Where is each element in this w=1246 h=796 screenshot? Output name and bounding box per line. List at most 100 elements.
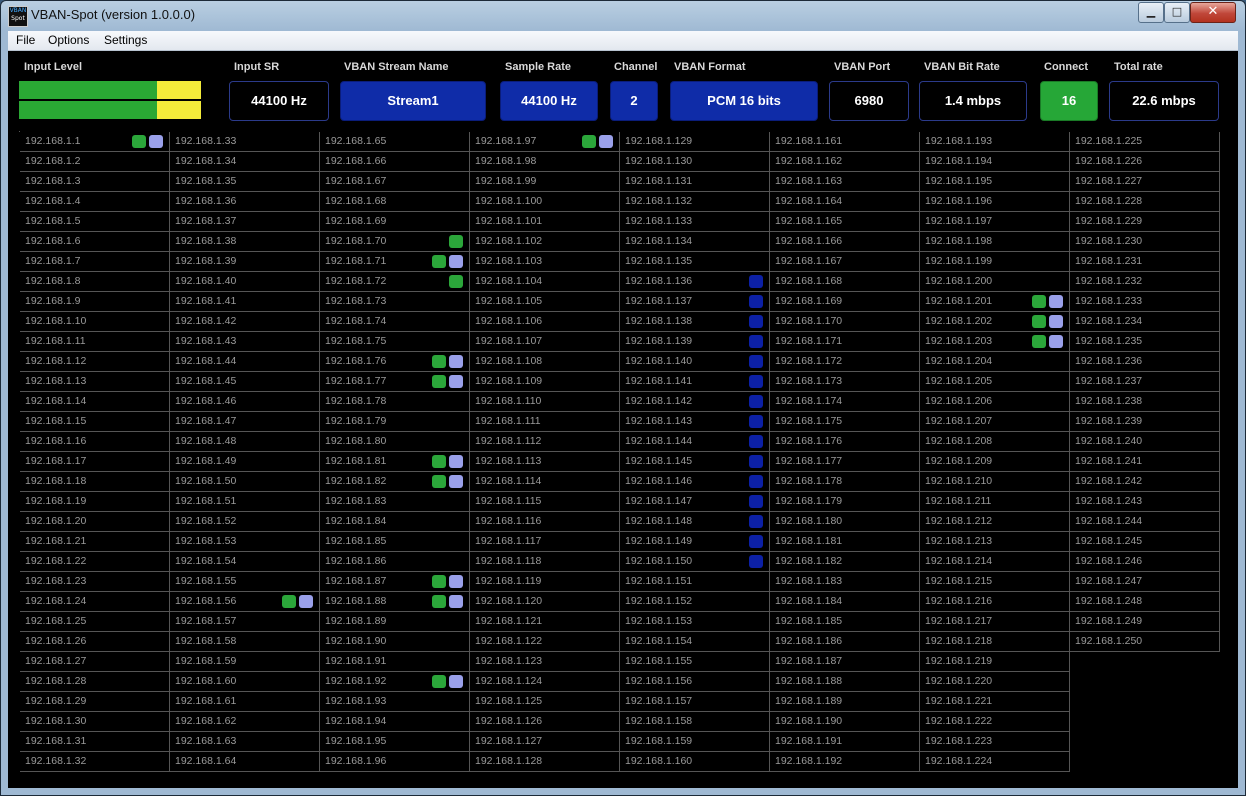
ip-cell-201[interactable]: 192.168.1.201	[920, 292, 1070, 312]
ip-cell-207[interactable]: 192.168.1.207	[920, 412, 1070, 432]
ip-cell-57[interactable]: 192.168.1.57	[170, 612, 320, 632]
ip-cell-217[interactable]: 192.168.1.217	[920, 612, 1070, 632]
ip-cell-11[interactable]: 192.168.1.11	[20, 332, 170, 352]
ip-cell-6[interactable]: 192.168.1.6	[20, 232, 170, 252]
ip-cell-22[interactable]: 192.168.1.22	[20, 552, 170, 572]
ip-cell-114[interactable]: 192.168.1.114	[470, 472, 620, 492]
ip-cell-16[interactable]: 192.168.1.16	[20, 432, 170, 452]
ip-cell-99[interactable]: 192.168.1.99	[470, 172, 620, 192]
ip-cell-87[interactable]: 192.168.1.87	[320, 572, 470, 592]
listener-indicator[interactable]	[749, 495, 763, 508]
ip-cell-180[interactable]: 192.168.1.180	[770, 512, 920, 532]
ip-cell-216[interactable]: 192.168.1.216	[920, 592, 1070, 612]
ip-cell-122[interactable]: 192.168.1.122	[470, 632, 620, 652]
ip-cell-5[interactable]: 192.168.1.5	[20, 212, 170, 232]
ip-cell-102[interactable]: 192.168.1.102	[470, 232, 620, 252]
ip-cell-82[interactable]: 192.168.1.82	[320, 472, 470, 492]
ip-cell-153[interactable]: 192.168.1.153	[620, 612, 770, 632]
ip-cell-93[interactable]: 192.168.1.93	[320, 692, 470, 712]
ip-cell-2[interactable]: 192.168.1.2	[20, 152, 170, 172]
ip-cell-96[interactable]: 192.168.1.96	[320, 752, 470, 772]
listener-indicator[interactable]	[749, 355, 763, 368]
menu-settings[interactable]: Settings	[104, 33, 147, 47]
ip-cell-72[interactable]: 192.168.1.72	[320, 272, 470, 292]
ip-cell-168[interactable]: 192.168.1.168	[770, 272, 920, 292]
ip-cell-10[interactable]: 192.168.1.10	[20, 312, 170, 332]
ip-cell-112[interactable]: 192.168.1.112	[470, 432, 620, 452]
ip-cell-188[interactable]: 192.168.1.188	[770, 672, 920, 692]
ip-cell-182[interactable]: 192.168.1.182	[770, 552, 920, 572]
ip-cell-194[interactable]: 192.168.1.194	[920, 152, 1070, 172]
ip-cell-17[interactable]: 192.168.1.17	[20, 452, 170, 472]
ip-cell-70[interactable]: 192.168.1.70	[320, 232, 470, 252]
stream-indicator[interactable]	[1049, 295, 1063, 308]
ip-cell-157[interactable]: 192.168.1.157	[620, 692, 770, 712]
ip-cell-113[interactable]: 192.168.1.113	[470, 452, 620, 472]
ip-cell-118[interactable]: 192.168.1.118	[470, 552, 620, 572]
ip-cell-215[interactable]: 192.168.1.215	[920, 572, 1070, 592]
ip-cell-224[interactable]: 192.168.1.224	[920, 752, 1070, 772]
ip-cell-147[interactable]: 192.168.1.147	[620, 492, 770, 512]
ip-cell-141[interactable]: 192.168.1.141	[620, 372, 770, 392]
ip-cell-183[interactable]: 192.168.1.183	[770, 572, 920, 592]
ip-cell-31[interactable]: 192.168.1.31	[20, 732, 170, 752]
ip-cell-227[interactable]: 192.168.1.227	[1070, 172, 1220, 192]
ip-cell-79[interactable]: 192.168.1.79	[320, 412, 470, 432]
ip-cell-115[interactable]: 192.168.1.115	[470, 492, 620, 512]
ip-cell-76[interactable]: 192.168.1.76	[320, 352, 470, 372]
ip-cell-28[interactable]: 192.168.1.28	[20, 672, 170, 692]
connected-indicator[interactable]	[449, 235, 463, 248]
ip-cell-140[interactable]: 192.168.1.140	[620, 352, 770, 372]
listener-indicator[interactable]	[749, 395, 763, 408]
listener-indicator[interactable]	[749, 375, 763, 388]
ip-cell-56[interactable]: 192.168.1.56	[170, 592, 320, 612]
ip-cell-35[interactable]: 192.168.1.35	[170, 172, 320, 192]
ip-cell-21[interactable]: 192.168.1.21	[20, 532, 170, 552]
ip-cell-250[interactable]: 192.168.1.250	[1070, 632, 1220, 652]
ip-cell-202[interactable]: 192.168.1.202	[920, 312, 1070, 332]
ip-cell-52[interactable]: 192.168.1.52	[170, 512, 320, 532]
ip-cell-241[interactable]: 192.168.1.241	[1070, 452, 1220, 472]
ip-cell-169[interactable]: 192.168.1.169	[770, 292, 920, 312]
ip-cell-111[interactable]: 192.168.1.111	[470, 412, 620, 432]
ip-cell-30[interactable]: 192.168.1.30	[20, 712, 170, 732]
ip-cell-85[interactable]: 192.168.1.85	[320, 532, 470, 552]
title-bar[interactable]: VBAN Spot VBAN-Spot (version 1.0.0.0) ▁ …	[1, 1, 1245, 31]
ip-cell-231[interactable]: 192.168.1.231	[1070, 252, 1220, 272]
ip-cell-106[interactable]: 192.168.1.106	[470, 312, 620, 332]
connected-indicator[interactable]	[432, 455, 446, 468]
ip-cell-246[interactable]: 192.168.1.246	[1070, 552, 1220, 572]
ip-cell-15[interactable]: 192.168.1.15	[20, 412, 170, 432]
ip-cell-26[interactable]: 192.168.1.26	[20, 632, 170, 652]
ip-cell-61[interactable]: 192.168.1.61	[170, 692, 320, 712]
ip-cell-66[interactable]: 192.168.1.66	[320, 152, 470, 172]
ip-cell-204[interactable]: 192.168.1.204	[920, 352, 1070, 372]
ip-cell-18[interactable]: 192.168.1.18	[20, 472, 170, 492]
ip-cell-71[interactable]: 192.168.1.71	[320, 252, 470, 272]
ip-cell-223[interactable]: 192.168.1.223	[920, 732, 1070, 752]
ip-cell-40[interactable]: 192.168.1.40	[170, 272, 320, 292]
stream-indicator[interactable]	[299, 595, 313, 608]
ip-cell-29[interactable]: 192.168.1.29	[20, 692, 170, 712]
ip-cell-98[interactable]: 192.168.1.98	[470, 152, 620, 172]
connected-indicator[interactable]	[432, 375, 446, 388]
ip-cell-124[interactable]: 192.168.1.124	[470, 672, 620, 692]
ip-cell-170[interactable]: 192.168.1.170	[770, 312, 920, 332]
listener-indicator[interactable]	[749, 515, 763, 528]
ip-cell-90[interactable]: 192.168.1.90	[320, 632, 470, 652]
ip-cell-49[interactable]: 192.168.1.49	[170, 452, 320, 472]
ip-cell-187[interactable]: 192.168.1.187	[770, 652, 920, 672]
ip-cell-214[interactable]: 192.168.1.214	[920, 552, 1070, 572]
ip-cell-105[interactable]: 192.168.1.105	[470, 292, 620, 312]
ip-cell-159[interactable]: 192.168.1.159	[620, 732, 770, 752]
ip-cell-23[interactable]: 192.168.1.23	[20, 572, 170, 592]
ip-cell-164[interactable]: 192.168.1.164	[770, 192, 920, 212]
ip-cell-127[interactable]: 192.168.1.127	[470, 732, 620, 752]
ip-cell-200[interactable]: 192.168.1.200	[920, 272, 1070, 292]
ip-cell-128[interactable]: 192.168.1.128	[470, 752, 620, 772]
ip-cell-58[interactable]: 192.168.1.58	[170, 632, 320, 652]
ip-cell-14[interactable]: 192.168.1.14	[20, 392, 170, 412]
ip-cell-43[interactable]: 192.168.1.43	[170, 332, 320, 352]
ip-cell-46[interactable]: 192.168.1.46	[170, 392, 320, 412]
stream-indicator[interactable]	[449, 475, 463, 488]
